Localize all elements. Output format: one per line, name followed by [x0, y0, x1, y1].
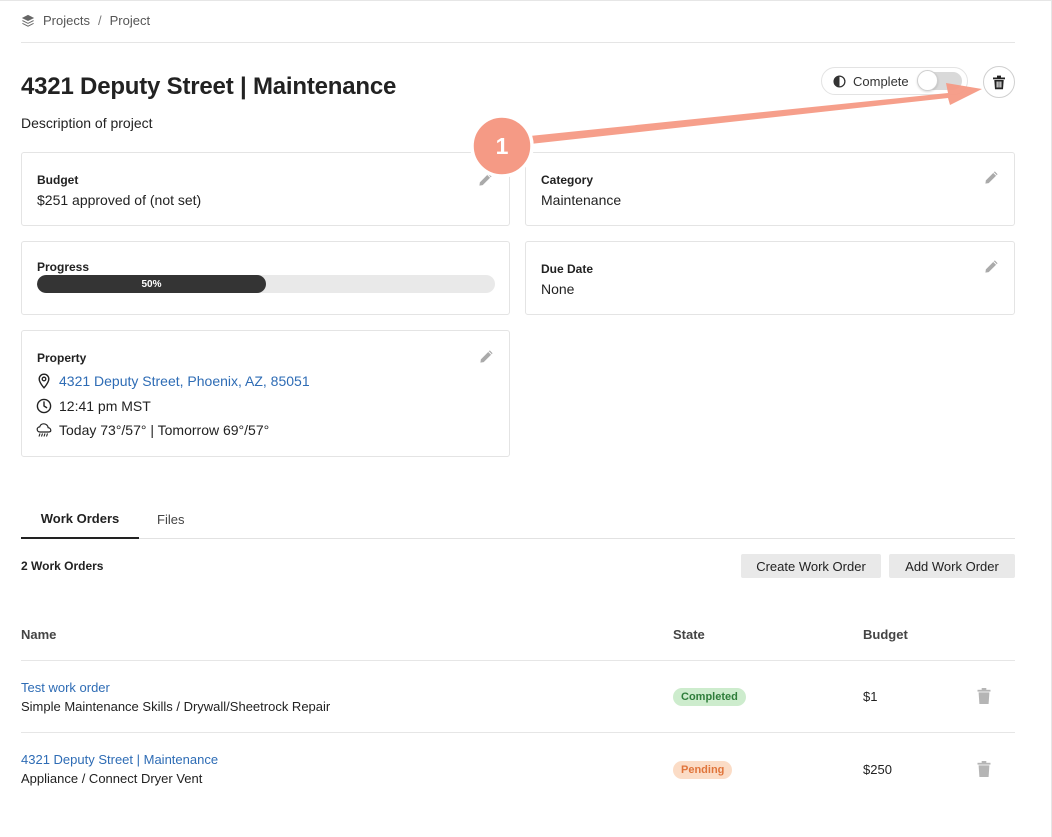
breadcrumb: Projects / Project	[21, 13, 150, 28]
add-work-order-button[interactable]: Add Work Order	[889, 554, 1015, 578]
complete-toggle[interactable]: Complete	[821, 67, 968, 95]
trash-icon	[993, 75, 1005, 89]
work-order-subtitle: Appliance / Connect Dryer Vent	[21, 771, 203, 786]
table-divider	[21, 732, 1015, 733]
category-value: Maintenance	[541, 192, 622, 208]
work-order-budget: $1	[863, 689, 878, 704]
property-label: Property	[37, 351, 87, 365]
top-border	[0, 0, 1052, 1]
property-address-link[interactable]: 4321 Deputy Street, Phoenix, AZ, 85051	[59, 373, 310, 389]
breadcrumb-separator: /	[97, 13, 102, 28]
breadcrumb-projects-link[interactable]: Projects	[43, 13, 90, 28]
progress-bar: 50%	[37, 275, 495, 293]
trash-icon[interactable]	[977, 688, 991, 704]
due-date-label: Due Date	[541, 262, 594, 276]
cloud-rain-icon	[36, 423, 52, 437]
progress-label: Progress	[37, 260, 90, 274]
property-weather: Today 73°/57° | Tomorrow 69°/57°	[59, 422, 270, 438]
map-pin-icon	[38, 373, 50, 389]
toggle-knob	[917, 70, 938, 91]
work-order-count: 2 Work Orders	[21, 559, 104, 573]
property-time-row: 12:41 pm MST	[36, 398, 151, 414]
create-work-order-button[interactable]: Create Work Order	[741, 554, 881, 578]
clock-icon	[36, 398, 52, 414]
table-divider	[21, 660, 1015, 661]
work-order-subtitle: Simple Maintenance Skills / Drywall/Shee…	[21, 699, 331, 714]
trash-icon[interactable]	[977, 761, 991, 777]
breadcrumb-current: Project	[109, 13, 151, 28]
tab-files[interactable]: Files	[157, 500, 184, 539]
tab-work-orders[interactable]: Work Orders	[21, 500, 139, 539]
layers-icon	[21, 14, 35, 27]
pencil-icon[interactable]	[984, 259, 999, 274]
property-weather-row: Today 73°/57° | Tomorrow 69°/57°	[36, 422, 269, 438]
delete-project-button[interactable]	[983, 66, 1015, 98]
project-description: Description of project	[21, 115, 153, 131]
pencil-icon[interactable]	[479, 349, 494, 364]
column-header-state: State	[673, 627, 705, 642]
category-label: Category	[541, 173, 594, 187]
due-date-card: Due Date None	[525, 241, 1015, 315]
property-time: 12:41 pm MST	[59, 398, 151, 414]
work-order-name-link[interactable]: 4321 Deputy Street | Maintenance	[21, 752, 218, 767]
column-header-name: Name	[21, 627, 57, 642]
budget-value: $251 approved of (not set)	[37, 192, 202, 208]
category-card: Category Maintenance	[525, 152, 1015, 226]
column-header-budget: Budget	[863, 627, 908, 642]
page-title: 4321 Deputy Street | Maintenance	[21, 73, 397, 100]
contrast-icon	[833, 74, 846, 88]
budget-card: Budget $251 approved of (not set)	[21, 152, 510, 226]
status-badge: Completed	[673, 688, 746, 706]
tab-bar: Work Orders Files	[21, 500, 1015, 539]
property-address-row: 4321 Deputy Street, Phoenix, AZ, 85051	[36, 373, 310, 389]
breadcrumb-divider	[21, 42, 1015, 43]
progress-fill: 50%	[37, 275, 266, 293]
budget-label: Budget	[37, 173, 79, 187]
property-card: Property 4321 Deputy Street, Phoenix, AZ…	[21, 330, 510, 457]
work-order-budget: $250	[863, 762, 892, 777]
complete-toggle-label: Complete	[853, 73, 909, 89]
work-order-name-link[interactable]: Test work order	[21, 680, 110, 695]
pencil-icon[interactable]	[478, 172, 493, 187]
toggle-switch[interactable]	[917, 70, 962, 91]
status-badge: Pending	[673, 761, 733, 779]
pencil-icon[interactable]	[984, 170, 999, 185]
progress-card: Progress 50%	[21, 241, 510, 315]
due-date-value: None	[541, 281, 575, 297]
